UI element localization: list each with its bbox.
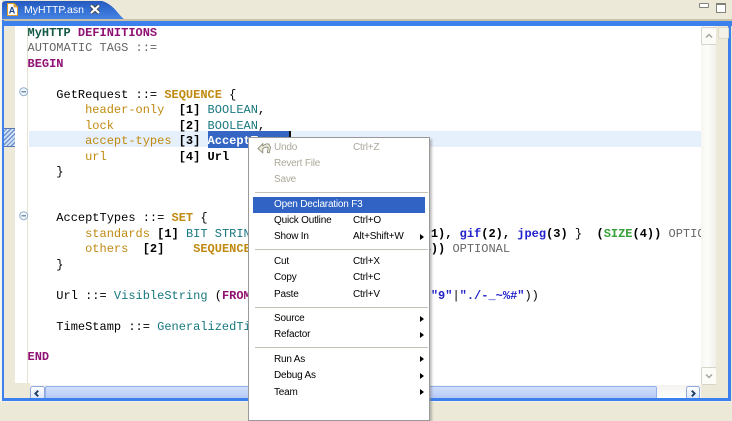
svg-text:A: A xyxy=(9,6,16,16)
